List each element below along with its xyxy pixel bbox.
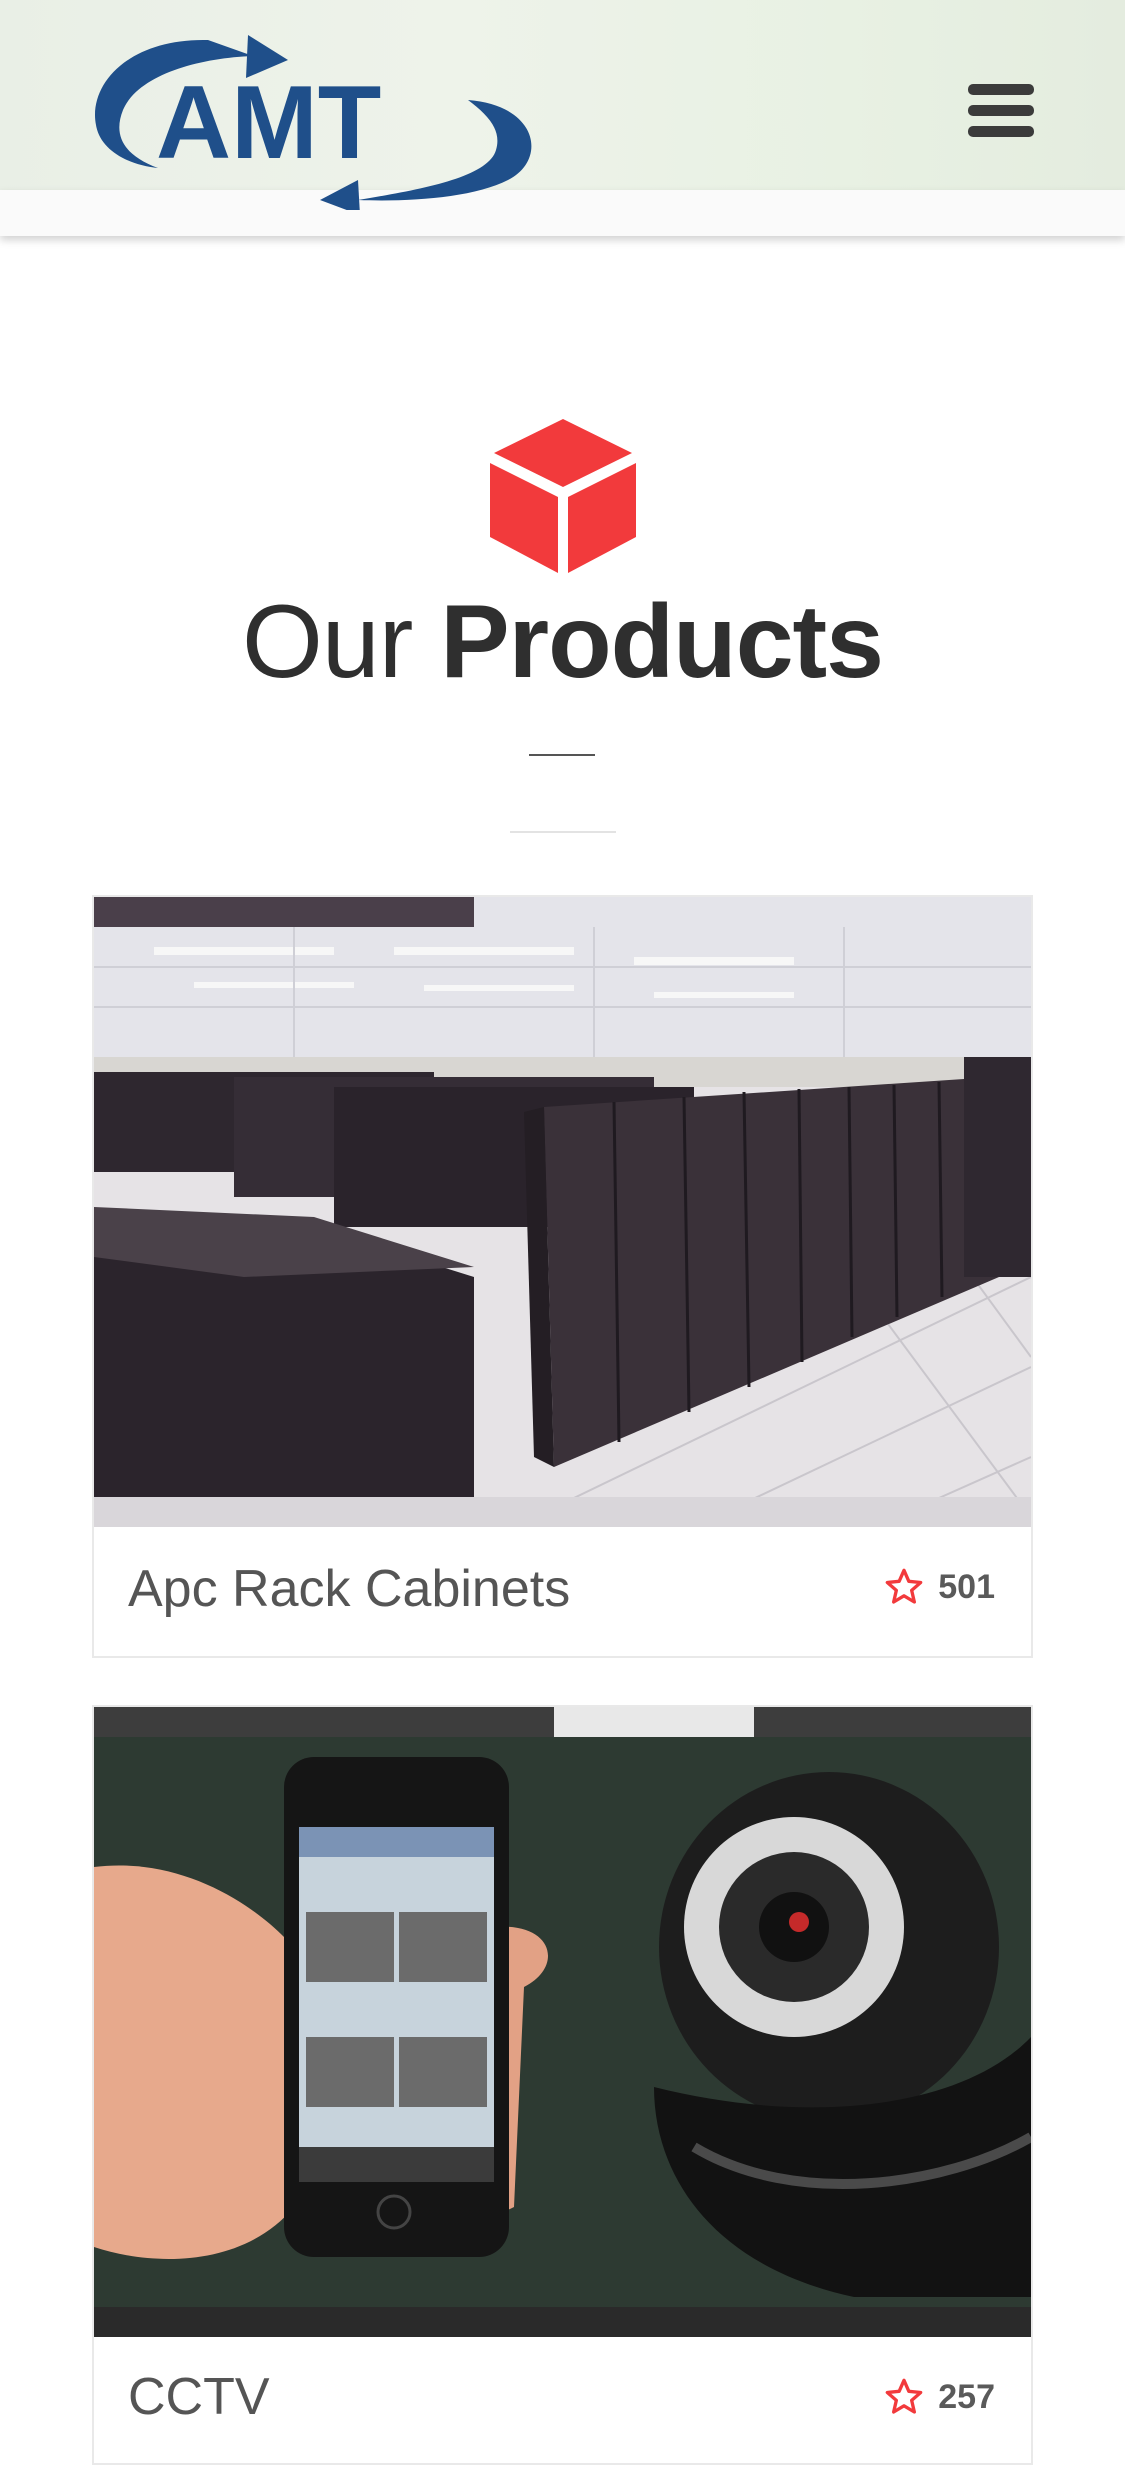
product-card[interactable]: CCTV 257 — [92, 1705, 1033, 2465]
product-rating[interactable]: 257 — [884, 2372, 995, 2422]
section-title-bold: Products — [440, 584, 884, 700]
cube-icon — [482, 415, 644, 577]
product-card[interactable]: Apc Rack Cabinets 501 — [92, 895, 1033, 1658]
product-image-server-room — [94, 897, 1031, 1527]
product-rating[interactable]: 501 — [884, 1562, 995, 1612]
hamburger-menu-icon[interactable] — [960, 80, 1040, 142]
title-underline — [510, 831, 616, 833]
amt-logo[interactable]: AMT — [88, 30, 543, 215]
section-title: Our Products — [0, 582, 1125, 702]
product-name[interactable]: CCTV — [128, 2367, 270, 2427]
product-name[interactable]: Apc Rack Cabinets — [128, 1559, 570, 1619]
logo-text: AMT — [156, 65, 381, 181]
star-icon[interactable] — [884, 2377, 924, 2417]
rating-count: 257 — [938, 2377, 995, 2416]
title-divider — [529, 754, 595, 756]
section-title-light: Our — [241, 584, 413, 700]
rating-count: 501 — [938, 1567, 995, 1606]
product-image-cctv — [94, 1707, 1031, 2337]
star-icon[interactable] — [884, 1567, 924, 1607]
